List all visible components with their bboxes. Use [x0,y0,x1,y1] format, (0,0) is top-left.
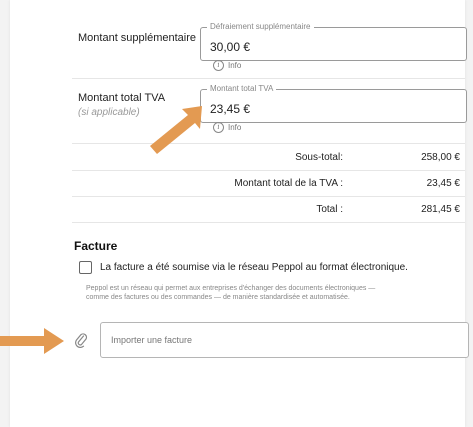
vat-amount-value: 23,45 € [210,102,251,116]
arrow-icon [150,106,202,154]
subtotal-label: Sous-total: [295,152,343,163]
supplement-info-text: Info [228,61,242,70]
vat-total-label: Montant total de la TVA : [234,178,343,189]
supplement-amount-value: 30,00 € [210,40,251,54]
divider [72,222,465,223]
vat-row: Montant total TVA (si applicable) Montan… [10,80,467,145]
peppol-checkbox-label[interactable]: La facture a été soumise via le réseau P… [100,262,408,273]
vat-amount-input[interactable]: Montant total TVA 23,45 € [200,83,467,123]
vat-info[interactable]: i Info [213,122,241,133]
supplement-legend: Défraiement supplémentaire [207,21,314,33]
divider [72,170,465,171]
divider [72,196,465,197]
divider [72,78,465,79]
total-label: Total : [316,204,343,215]
supplement-label: Montant supplémentaire [78,32,197,44]
totals-section: Sous-total: 258,00 € Montant total de la… [10,145,465,225]
info-icon: i [213,60,224,71]
paperclip-icon[interactable] [74,332,88,348]
peppol-checkbox[interactable] [79,261,92,274]
upload-placeholder: Importer une facture [111,335,193,345]
supplement-info[interactable]: i Info [213,60,241,71]
invoice-section-title: Facture [74,239,118,253]
total-value: 281,45 € [421,204,460,215]
peppol-help-line-2: comme des factures ou des commandes — de… [86,294,350,301]
arrow-icon [0,328,64,354]
vat-legend: Montant total TVA [207,83,277,95]
info-icon: i [213,122,224,133]
vat-label: Montant total TVA [78,92,166,104]
invoice-upload-input[interactable]: Importer une facture [100,322,469,358]
peppol-help-text: Peppol est un réseau qui permet aux entr… [86,284,426,302]
subtotal-value: 258,00 € [421,152,460,163]
vat-info-text: Info [228,123,242,132]
invoice-form-panel: Montant supplémentaire Défraiement suppl… [10,0,469,427]
supplement-row: Montant supplémentaire Défraiement suppl… [10,0,467,75]
peppol-help-line-1: Peppol est un réseau qui permet aux entr… [86,285,376,292]
supplement-amount-input[interactable]: Défraiement supplémentaire 30,00 € [200,21,467,61]
vat-sublabel: (si applicable) [78,107,140,118]
vat-total-value: 23,45 € [426,178,460,189]
divider [72,143,465,144]
